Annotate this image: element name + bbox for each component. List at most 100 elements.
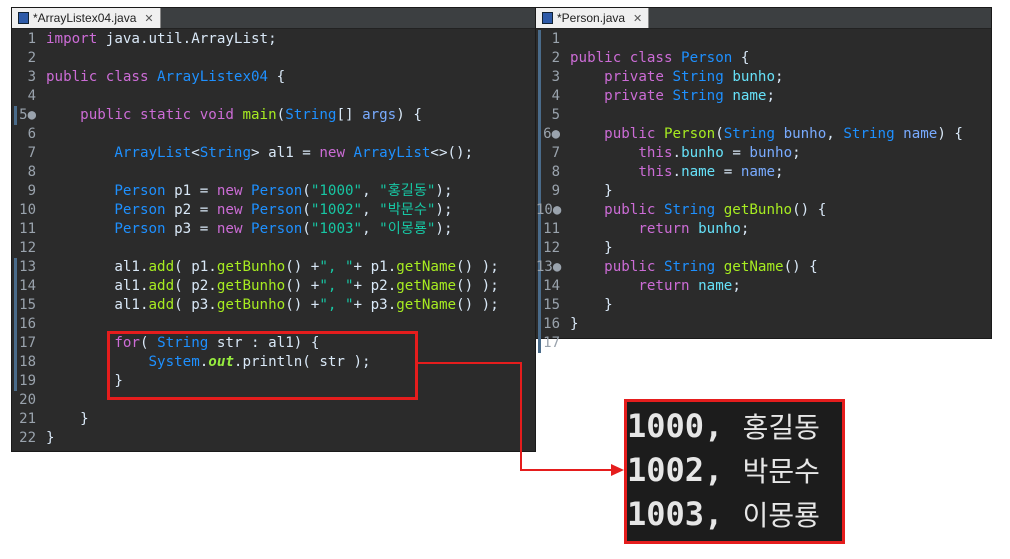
code-token: ArrayList xyxy=(353,145,431,161)
code-token: p3 = xyxy=(174,221,217,237)
code-token: public class xyxy=(570,50,682,66)
tab-person[interactable]: *Person.java ✕ xyxy=(536,8,650,28)
output-name: 이몽룡 xyxy=(742,499,820,532)
line-number: 15 xyxy=(19,297,36,313)
code-text: public class ArrayListex04 { xyxy=(46,68,285,87)
code-text: } xyxy=(46,410,89,429)
code-token: new xyxy=(216,202,252,218)
tab-arraylistex04[interactable]: *ArrayListex04.java ✕ xyxy=(12,8,161,28)
code-text: this.bunho = bunho; xyxy=(570,144,800,163)
output-number: 1002, xyxy=(627,451,724,489)
output-number: 1003, xyxy=(627,495,724,533)
line-number: 16 xyxy=(19,316,36,332)
code-token: this xyxy=(638,164,673,180)
code-token: } xyxy=(570,240,613,256)
code-token: public xyxy=(604,126,664,142)
code-token: ( xyxy=(302,183,311,199)
code-token: import xyxy=(46,31,106,47)
code-token: ); xyxy=(435,202,453,218)
close-icon[interactable]: ✕ xyxy=(144,12,153,25)
code-token: ; xyxy=(740,221,750,237)
code-token: bunho xyxy=(698,221,741,237)
line-number: 11 xyxy=(19,221,36,237)
code-token: = xyxy=(715,164,741,180)
line-number: 5 xyxy=(551,107,560,123)
code-token: ( p3. xyxy=(174,297,217,313)
line-number: 13● xyxy=(536,259,562,275)
code-text: import java.util.ArrayList; xyxy=(46,30,277,49)
line-number: 6 xyxy=(27,126,36,142)
line-number: 14 xyxy=(543,278,560,294)
line-number: 8 xyxy=(551,164,560,180)
code-token: } xyxy=(46,430,55,446)
code-text: public Person(String bunho, String name)… xyxy=(570,125,963,144)
code-token: ( p2. xyxy=(174,278,217,294)
code-token: bunho xyxy=(732,69,776,85)
code-token: public class xyxy=(46,69,158,85)
code-token: main xyxy=(242,107,277,123)
code-token: () + xyxy=(285,297,320,313)
output-number: 1000, xyxy=(627,407,724,445)
code-token: String xyxy=(843,126,904,142)
line-number: 4 xyxy=(27,88,36,104)
code-text: public class Person { xyxy=(570,49,749,68)
line-number: 3 xyxy=(551,69,560,85)
code-token: ( xyxy=(715,126,724,142)
line-number: 11 xyxy=(543,221,560,237)
code-token: () + xyxy=(285,278,320,294)
code-token: + p2. xyxy=(353,278,397,294)
code-token: Person xyxy=(251,183,303,199)
line-number: 3 xyxy=(27,69,36,85)
code-token: , xyxy=(362,221,380,237)
code-token: al1. xyxy=(46,259,149,275)
code-token: name xyxy=(681,164,716,180)
code-text: al1.add( p1.getBunho() +", "+ p1.getName… xyxy=(46,258,499,277)
java-file-icon xyxy=(542,12,553,24)
code-token: getName xyxy=(723,259,784,275)
close-icon[interactable]: ✕ xyxy=(633,12,642,25)
line-number: 16 xyxy=(543,316,560,332)
code-text: } xyxy=(46,429,55,448)
code-token: { xyxy=(276,69,286,85)
code-token: public xyxy=(604,259,664,275)
code-token: name xyxy=(903,126,938,142)
line-number: 1 xyxy=(27,31,36,47)
code-text: } xyxy=(570,296,613,315)
code-token: bunho xyxy=(783,126,827,142)
line-number: 17 xyxy=(543,335,560,351)
code-token: "1003" xyxy=(310,221,363,237)
code-token: add xyxy=(148,259,175,275)
right-code-area[interactable]: 1 2 public class Person {3 private String … xyxy=(536,30,991,353)
code-token: () ); xyxy=(456,259,499,275)
code-text: private String name; xyxy=(570,87,775,106)
code-token: () ); xyxy=(456,297,499,313)
code-text: public String getBunho() { xyxy=(570,201,826,220)
code-token: String xyxy=(672,69,733,85)
tab-title: *ArrayListex04.java xyxy=(33,11,137,25)
line-number: 13 xyxy=(19,259,36,275)
code-text: } xyxy=(570,315,579,334)
code-token: () { xyxy=(783,259,818,275)
code-token: , xyxy=(826,126,844,142)
code-token: Person xyxy=(251,221,303,237)
code-token: getBunho xyxy=(216,259,286,275)
code-token: ( xyxy=(302,221,311,237)
code-token: name xyxy=(740,164,776,180)
for-loop-highlight xyxy=(107,331,418,400)
code-token: } xyxy=(570,183,613,199)
code-token: public xyxy=(604,202,664,218)
line-number: 15 xyxy=(543,297,560,313)
code-token: getName xyxy=(396,297,457,313)
code-text: public static void main(String[] args) { xyxy=(46,106,422,125)
code-token: Person xyxy=(114,221,175,237)
code-text: Person p1 = new Person("1000", "홍길동"); xyxy=(46,182,452,201)
java-file-icon xyxy=(18,12,29,24)
console-output-panel: 1000, 홍길동 1002, 박문수 1003, 이몽룡 xyxy=(624,399,845,544)
